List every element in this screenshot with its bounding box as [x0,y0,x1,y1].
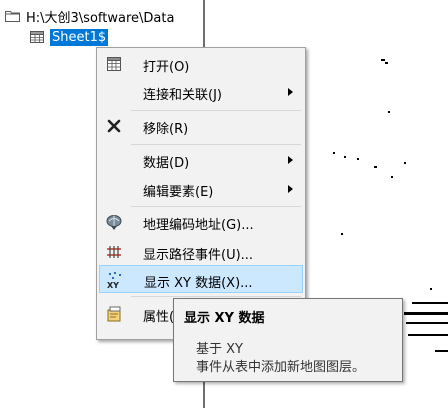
map-point [412,302,448,304]
map-point [391,176,393,178]
menu-item-open[interactable]: 打开(O) [99,50,303,78]
table-icon [107,57,121,71]
menu-item-label: 属性( [143,310,175,325]
tooltip: 显示 XY 数据 基于 XY 事件从表中添加新地图图层。 [173,298,403,382]
map-point [430,288,432,290]
submenu-arrow-icon [288,185,293,193]
map-point [435,350,448,352]
map-point [388,111,390,113]
menu-item-label: 数据(D) [143,156,190,171]
menu-separator [131,206,301,207]
table-icon [30,31,44,43]
map-point [344,156,346,158]
map-point [404,162,406,164]
folder-icon [5,11,20,22]
map-point [333,152,335,154]
map-point [404,312,448,315]
folder-path-label: H:\大创3\software\Data [26,10,175,26]
xy-data-icon: XY [107,272,121,289]
menu-item-remove[interactable]: 移除(R) [99,112,303,140]
menu-separator [131,296,301,297]
map-point [341,233,343,235]
menu-item-label: 连接和关联(J) [143,88,222,103]
menu-item-label: 地理编码地址(G)... [143,218,254,233]
map-point [357,158,359,160]
properties-icon [107,306,121,322]
menu-item-label: 显示 XY 数据(X)... [144,276,253,291]
menu-item-label: 打开(O) [143,60,190,75]
menu-item-label: 移除(R) [143,122,189,137]
route-events-icon [107,246,121,258]
map-point [374,166,377,168]
menu-separator [131,144,301,145]
submenu-arrow-icon [288,88,293,96]
map-point [381,59,385,61]
menu-item-edit-features[interactable]: 编辑要素(E) [99,175,303,203]
submenu-arrow-icon [288,156,293,164]
tooltip-line: 基于 XY [196,342,243,357]
menu-item-display-route-events[interactable]: 显示路径事件(U)... [99,238,303,266]
tree-sheet-row[interactable]: Sheet1$ [30,27,109,47]
map-point [406,322,448,324]
remove-x-icon [107,119,121,133]
menu-item-data[interactable]: 数据(D) [99,146,303,174]
tree-folder-row[interactable]: H:\大创3\software\Data [5,6,174,26]
geocode-icon [106,215,122,230]
menu-item-joins-relates[interactable]: 连接和关联(J) [99,78,303,106]
context-menu: 打开(O) 连接和关联(J) 移除(R) 数据(D) 编辑要素(E) 地理编码地… [96,47,306,340]
svg-text:XY: XY [107,281,119,289]
tooltip-title: 显示 XY 数据 [184,311,265,326]
tooltip-line: 事件从表中添加新地图图层。 [196,360,366,375]
tooltip-description: 基于 XY 事件从表中添加新地图图层。 [196,341,365,377]
menu-item-display-xy-data[interactable]: XY 显示 XY 数据(X)... [99,265,303,293]
map-point [385,62,388,64]
menu-item-label: 显示路径事件(U)... [143,248,254,263]
menu-separator [131,110,301,111]
map-point [408,334,448,336]
menu-item-geocode-addresses[interactable]: 地理编码地址(G)... [99,208,303,236]
menu-item-label: 编辑要素(E) [143,185,214,200]
selected-sheet-label: Sheet1$ [50,28,109,46]
